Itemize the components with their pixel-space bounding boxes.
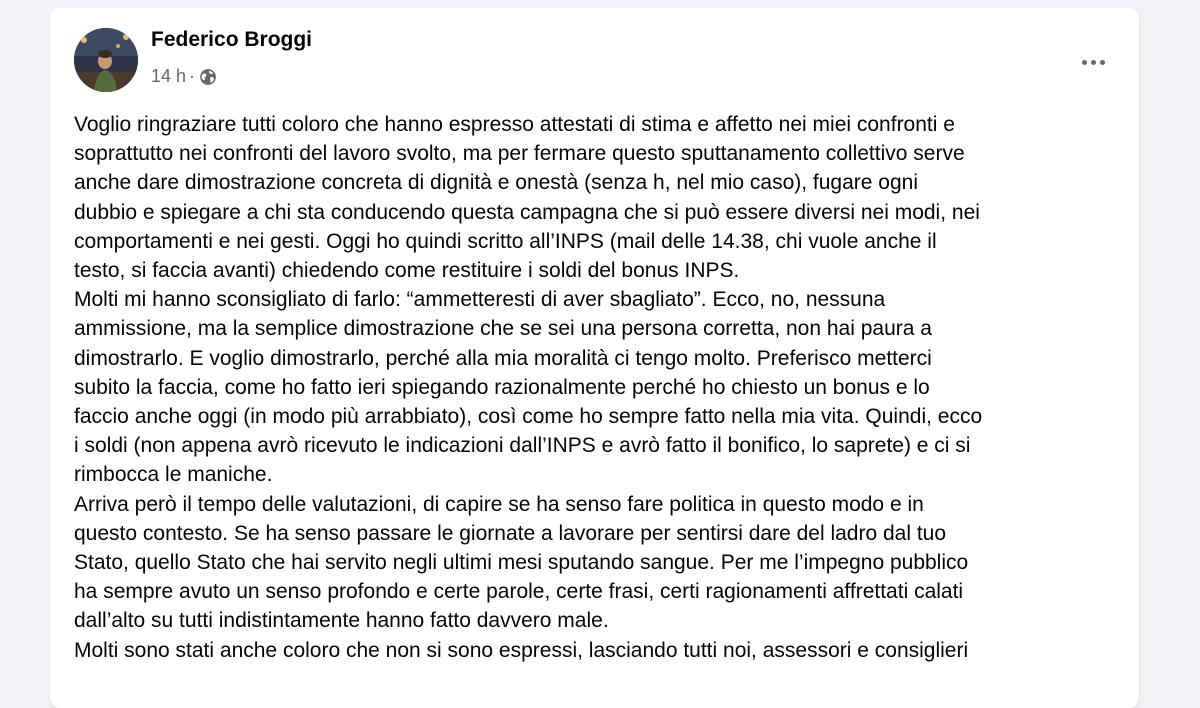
avatar[interactable]	[74, 28, 138, 92]
post-card: Federico Broggi 14 h · Voglio ringraziar…	[50, 8, 1139, 708]
more-options-button[interactable]	[1075, 44, 1111, 80]
avatar-photo	[74, 28, 138, 92]
post-meta: 14 h ·	[151, 66, 217, 87]
meta-separator: ·	[189, 66, 196, 86]
globe-icon[interactable]	[199, 68, 217, 86]
post-paragraph: Molti sono stati anche coloro che non si…	[74, 638, 969, 662]
post-time[interactable]: 14 h	[151, 66, 186, 87]
post-text: Voglio ringraziare tutti coloro che hann…	[74, 110, 1124, 665]
more-horizontal-icon	[1081, 59, 1105, 65]
author-name[interactable]: Federico Broggi	[151, 28, 312, 52]
post-paragraph: Molti mi hanno sconsigliato di farlo: “a…	[74, 288, 983, 487]
post-paragraph: Voglio ringraziare tutti coloro che hann…	[74, 113, 980, 283]
post-paragraph: Arriva però il tempo delle valutazioni, …	[74, 492, 969, 633]
